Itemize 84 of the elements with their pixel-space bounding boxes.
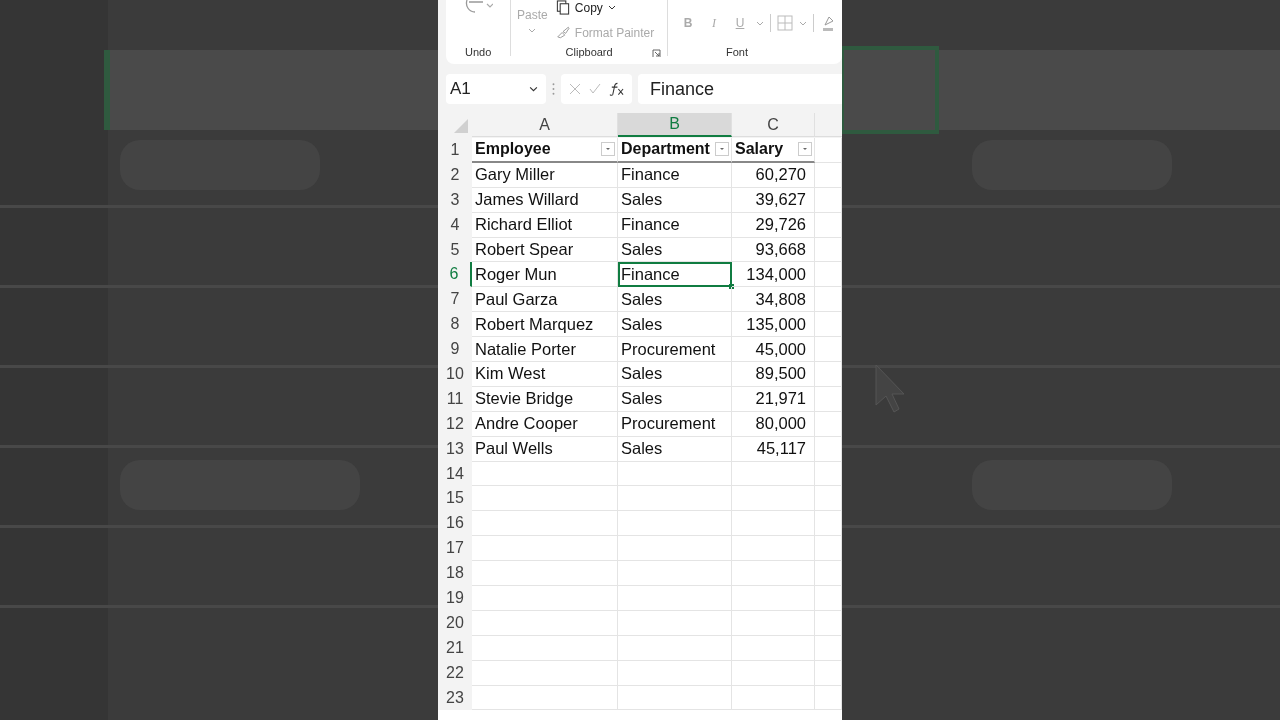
row-header[interactable]: 16: [438, 511, 472, 537]
table-cell: Finance: [618, 212, 732, 238]
table-cell: Natalie Porter: [472, 337, 618, 362]
table-cell: 60,270: [732, 162, 815, 188]
filter-dropdown-icon[interactable]: [715, 142, 729, 157]
group-label: Font: [726, 46, 748, 58]
table-cell: 29,726: [732, 212, 815, 238]
table-cell: Sales: [618, 386, 732, 412]
name-box[interactable]: A1: [446, 74, 546, 104]
row-header[interactable]: 20: [438, 610, 472, 636]
table-cell: Procurement: [618, 337, 732, 362]
chevron-icon[interactable]: [607, 5, 616, 10]
borders-icon[interactable]: [777, 15, 793, 31]
row-header[interactable]: 2: [438, 162, 472, 188]
table-cell: Sales: [618, 312, 732, 338]
header-cell: Department: [618, 138, 732, 163]
table-cell: 21,971: [732, 386, 815, 412]
row-header[interactable]: 15: [438, 486, 472, 512]
header-cell: Salary: [732, 138, 815, 163]
row-header[interactable]: 17: [438, 536, 472, 562]
table-cell: 45,117: [732, 436, 815, 462]
row-header[interactable]: 19: [438, 586, 472, 611]
row-header[interactable]: 9: [438, 337, 472, 362]
row-header[interactable]: 11: [438, 386, 472, 412]
row-header[interactable]: 14: [438, 461, 472, 487]
table-cell: James Willard: [472, 187, 618, 213]
row-header[interactable]: 23: [438, 685, 472, 711]
row-header[interactable]: 4: [438, 212, 472, 238]
table-cell: 34,808: [732, 287, 815, 313]
table-cell: 39,627: [732, 187, 815, 213]
table-cell: 134,000: [732, 262, 815, 288]
table-cell: Roger Mun: [472, 262, 618, 288]
row-header[interactable]: 12: [438, 411, 472, 437]
row-header[interactable]: 8: [438, 312, 472, 338]
row-header[interactable]: 21: [438, 635, 472, 661]
row-header[interactable]: 22: [438, 660, 472, 686]
paintbrush-icon: [555, 25, 570, 40]
table-cell: Sales: [618, 436, 732, 462]
row-header[interactable]: 3: [438, 187, 472, 213]
table-cell: Finance: [618, 162, 732, 188]
table-cell: Sales: [618, 362, 732, 387]
dialog-launcher-icon[interactable]: [652, 49, 662, 58]
row-header[interactable]: 7: [438, 287, 472, 313]
row-header[interactable]: 18: [438, 561, 472, 587]
table-cell: Robert Marquez: [472, 312, 618, 338]
table-cell: Kim West: [472, 362, 618, 387]
table-cell: 80,000: [732, 411, 815, 437]
more-icon: [552, 83, 555, 95]
cancel-icon[interactable]: [569, 83, 581, 95]
filter-dropdown-icon[interactable]: [798, 142, 812, 157]
table-cell: 93,668: [732, 237, 815, 263]
chevron-icon: [528, 28, 537, 33]
undo-icon[interactable]: [463, 0, 494, 16]
table-cell: Andre Cooper: [472, 411, 618, 437]
table-cell: Procurement: [618, 411, 732, 437]
table-cell: Sales: [618, 237, 732, 263]
filter-dropdown-icon[interactable]: [601, 142, 615, 157]
table-cell: Robert Spear: [472, 237, 618, 263]
row-header[interactable]: 6: [438, 262, 472, 288]
table-cell: Paul Wells: [472, 436, 618, 462]
row-header[interactable]: 1: [438, 138, 472, 163]
table-cell: Finance: [618, 262, 732, 288]
formula-input[interactable]: Finance: [638, 74, 842, 104]
table-cell: Gary Miller: [472, 162, 618, 188]
column-header[interactable]: B: [618, 113, 732, 137]
table-cell: Paul Garza: [472, 287, 618, 313]
function-icon[interactable]: [609, 82, 624, 96]
row-header[interactable]: 5: [438, 237, 472, 263]
row-header[interactable]: 13: [438, 436, 472, 462]
table-cell: Sales: [618, 287, 732, 313]
header-cell: Employee: [472, 138, 618, 163]
table-cell: 89,500: [732, 362, 815, 387]
table-cell: Sales: [618, 187, 732, 213]
table-cell: 135,000: [732, 312, 815, 338]
fill-color-icon[interactable]: [820, 15, 836, 31]
copy-button[interactable]: Copy: [574, 0, 603, 15]
group-label: Undo: [464, 46, 492, 58]
check-icon[interactable]: [589, 83, 601, 95]
group-label: Clipboard: [565, 46, 613, 58]
table-cell: Richard Elliot: [472, 212, 618, 238]
table-cell: Stevie Bridge: [472, 386, 618, 412]
row-header[interactable]: 10: [438, 362, 472, 387]
column-header[interactable]: C: [732, 113, 815, 137]
table-cell: 45,000: [732, 337, 815, 362]
